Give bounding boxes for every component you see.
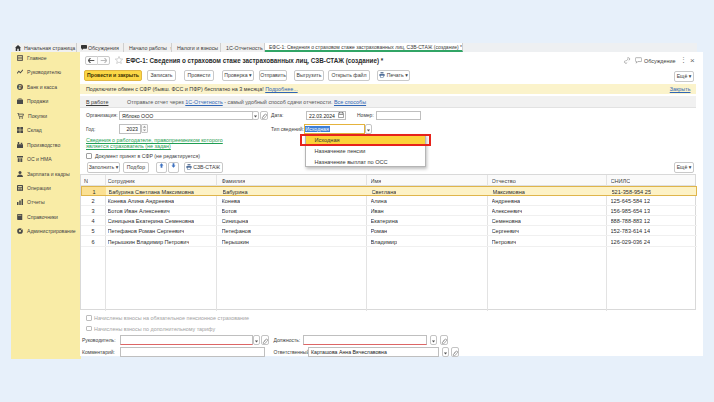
svg-text:₽: ₽ (19, 85, 22, 90)
